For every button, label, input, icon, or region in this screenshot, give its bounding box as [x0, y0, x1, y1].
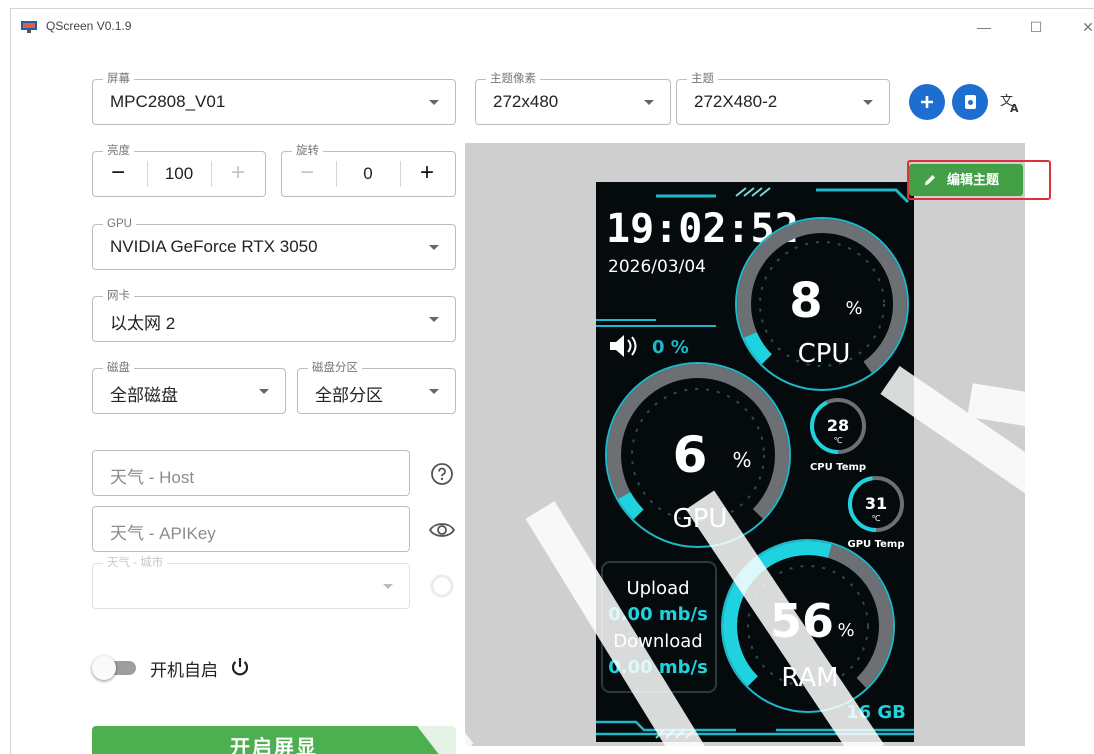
disk-select-label: 磁盘 [103, 361, 134, 375]
weather-city-label: 天气 - 城市 [103, 556, 168, 570]
help-icon[interactable] [429, 461, 455, 487]
window-title: QScreen V0.1.9 [46, 19, 132, 33]
cpu-unit: % [845, 298, 862, 319]
document-icon [965, 95, 976, 109]
power-icon [231, 658, 249, 676]
device-volume: 0 % [652, 337, 689, 358]
ram-label: RAM [781, 663, 838, 693]
screen-select[interactable]: 屏幕 MPC2808_V01 [92, 72, 456, 125]
rotation-decrease-button[interactable]: − [290, 158, 324, 188]
gpu-label: GPU [673, 504, 728, 534]
theme-pixels-value: 272x480 [493, 92, 559, 111]
chevron-down-icon [429, 389, 439, 394]
partition-select-value: 全部分区 [315, 386, 383, 405]
weather-host-placeholder: 天气 - Host [110, 468, 195, 487]
divider [400, 161, 401, 187]
divider [147, 161, 148, 187]
cpu-value: 8 [789, 273, 822, 329]
minimize-button[interactable]: — [969, 15, 999, 39]
gpu-temp-value: 31 [865, 494, 887, 513]
download-label: Download [613, 631, 702, 652]
rotation-value[interactable]: 0 [348, 164, 388, 184]
download-value: 0.00 mb/s [608, 657, 708, 678]
maximize-button[interactable]: ☐ [1021, 15, 1051, 39]
weather-host-input[interactable]: 天气 - Host [92, 450, 410, 496]
start-display-label: 开启屏显 [230, 737, 318, 754]
cpu-temp-label: CPU Temp [810, 462, 866, 473]
cpu-temp-value: 28 [827, 416, 849, 435]
divider [336, 161, 337, 187]
translate-icon[interactable]: 文 A [1000, 92, 1024, 114]
rotation-label: 旋转 [292, 144, 323, 158]
theme-pixels-label: 主题像素 [486, 72, 540, 86]
rotation-increase-button[interactable]: + [410, 158, 444, 188]
chevron-down-icon [429, 100, 439, 105]
screen-select-value: MPC2808_V01 [110, 92, 226, 111]
svg-text:A: A [1010, 102, 1019, 114]
ram-unit: % [837, 620, 854, 641]
start-display-button[interactable]: 开启屏显 [92, 726, 456, 754]
upload-label: Upload [626, 578, 689, 599]
theme-select-label: 主题 [687, 72, 718, 86]
partition-select[interactable]: 磁盘分区 全部分区 [297, 361, 456, 414]
plus-icon [921, 96, 933, 108]
disk-select-value: 全部磁盘 [110, 386, 178, 405]
weather-apikey-input[interactable]: 天气 - APIKey [92, 506, 410, 552]
gpu-select[interactable]: GPU NVIDIA GeForce RTX 3050 [92, 217, 456, 270]
chevron-down-icon [429, 317, 439, 322]
gpu-value: 6 [673, 426, 708, 484]
theme-select[interactable]: 主题 272X480-2 [676, 72, 890, 125]
upload-value: 0.00 mb/s [608, 604, 708, 625]
chevron-down-icon [383, 584, 393, 589]
device-screen-preview: 19:02:52 2026/03/04 0 % 8 % CPU 6 % GPU … [596, 182, 914, 742]
chevron-down-icon [863, 100, 873, 105]
chevron-down-icon [429, 245, 439, 250]
title-bar: QScreen V0.1.9 — ☐ ✕ [11, 9, 1094, 43]
loading-spinner-icon [430, 574, 454, 598]
autostart-label: 开机自启 [150, 661, 218, 680]
network-card-label: 网卡 [103, 289, 134, 303]
brightness-stepper[interactable]: 亮度 − 100 + [92, 144, 266, 197]
disk-select[interactable]: 磁盘 全部磁盘 [92, 361, 286, 414]
weather-city-select[interactable]: 天气 - 城市 [92, 556, 410, 609]
brightness-increase-button[interactable]: + [221, 158, 255, 188]
brightness-decrease-button[interactable]: − [101, 158, 135, 188]
import-theme-button[interactable] [952, 84, 988, 120]
gpu-select-value: NVIDIA GeForce RTX 3050 [110, 237, 318, 256]
network-card-select[interactable]: 网卡 以太网 2 [92, 289, 456, 342]
cpu-temp-unit: ℃ [834, 436, 843, 445]
gpu-temp-label: GPU Temp [848, 539, 905, 550]
rotation-stepper[interactable]: 旋转 − 0 + [281, 144, 456, 197]
network-card-value: 以太网 2 [110, 314, 176, 333]
divider [211, 161, 212, 187]
theme-select-value: 272X480-2 [694, 92, 778, 111]
chevron-down-icon [259, 389, 269, 394]
autostart-toggle[interactable] [92, 656, 116, 680]
add-theme-button[interactable] [909, 84, 945, 120]
ram-total: 16 GB [846, 702, 906, 723]
brightness-label: 亮度 [103, 144, 134, 158]
partition-select-label: 磁盘分区 [308, 361, 362, 375]
theme-pixels-select[interactable]: 主题像素 272x480 [475, 72, 671, 125]
highlight-annotation [907, 160, 1051, 200]
device-date: 2026/03/04 [608, 257, 706, 277]
gpu-unit: % [732, 448, 751, 472]
weather-apikey-placeholder: 天气 - APIKey [110, 524, 216, 543]
gpu-temp-unit: ℃ [872, 514, 881, 523]
gpu-select-label: GPU [103, 217, 136, 231]
app-logo-icon [21, 21, 37, 33]
screen-select-label: 屏幕 [103, 72, 134, 86]
chevron-down-icon [644, 100, 654, 105]
cpu-label: CPU [798, 339, 851, 369]
close-button[interactable]: ✕ [1073, 15, 1094, 39]
brightness-value[interactable]: 100 [159, 164, 199, 184]
ram-value: 56 [770, 594, 834, 648]
eye-icon[interactable] [428, 518, 456, 542]
